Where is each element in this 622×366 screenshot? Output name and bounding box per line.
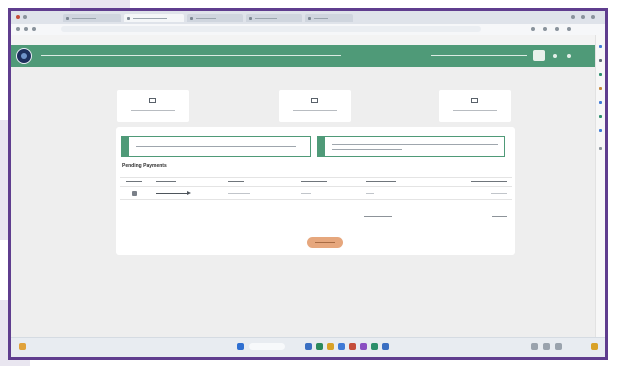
browser-tab-bar xyxy=(11,11,605,24)
column-header xyxy=(471,181,507,182)
reload-icon[interactable] xyxy=(32,27,36,31)
alert-text xyxy=(332,144,498,145)
tab-favicon-icon xyxy=(308,16,311,20)
info-alert-1 xyxy=(121,136,311,157)
taskbar-app-icon[interactable] xyxy=(382,343,389,350)
tile-icon xyxy=(471,98,478,103)
column-header xyxy=(366,181,396,182)
weather-icon[interactable] xyxy=(19,343,26,350)
window-close-icon[interactable] xyxy=(591,15,595,19)
taskbar-app-icon[interactable] xyxy=(349,343,356,350)
browser-side-panel xyxy=(595,35,605,337)
add-icon[interactable] xyxy=(599,147,602,150)
screenshot-frame: Pending Payments xyxy=(8,8,608,360)
app-header xyxy=(11,45,595,67)
system-tray-icon[interactable] xyxy=(531,343,538,350)
tab-favicon-icon xyxy=(127,16,130,20)
tab-favicon-icon xyxy=(190,16,193,20)
tile-icon xyxy=(311,98,318,103)
os-taskbar xyxy=(11,337,605,357)
browser-menu-icon[interactable] xyxy=(16,15,20,19)
side-panel-icon[interactable] xyxy=(599,87,602,90)
taskbar-app-icon[interactable] xyxy=(338,343,345,350)
alert-badge xyxy=(122,137,129,156)
browser-tab-active[interactable] xyxy=(124,14,184,22)
tile-icon xyxy=(149,98,156,103)
row-divider xyxy=(120,199,512,200)
arrow-right-icon xyxy=(187,191,191,195)
browser-more-icon[interactable] xyxy=(567,27,571,31)
start-icon[interactable] xyxy=(237,343,244,350)
row-cell xyxy=(301,193,311,194)
column-header xyxy=(156,181,176,182)
organisation-logo xyxy=(16,48,32,64)
row-cell xyxy=(366,193,374,194)
side-panel-icon[interactable] xyxy=(599,73,602,76)
volume-icon[interactable] xyxy=(555,343,562,350)
user-avatar[interactable] xyxy=(533,50,545,61)
table-header-rule xyxy=(120,186,512,187)
nav-forward-icon[interactable] xyxy=(24,27,28,31)
taskbar-app-icon[interactable] xyxy=(371,343,378,350)
main-content: Pending Payments xyxy=(11,67,595,337)
proceed-button-label xyxy=(315,242,335,243)
nav-tile-3[interactable] xyxy=(439,90,511,122)
nav-back-icon[interactable] xyxy=(16,27,20,31)
extensions-icon[interactable] xyxy=(543,27,547,31)
taskbar-app-icon[interactable] xyxy=(316,343,323,350)
browser-tab[interactable] xyxy=(246,14,302,22)
side-panel-icon[interactable] xyxy=(599,129,602,132)
window-maximize-icon[interactable] xyxy=(581,15,585,19)
app-title xyxy=(41,55,341,56)
bookmark-icon[interactable] xyxy=(531,27,535,31)
side-panel-icon[interactable] xyxy=(599,115,602,118)
nav-tile-2[interactable] xyxy=(279,90,351,122)
tile-label xyxy=(453,110,497,111)
alert-badge xyxy=(318,137,325,156)
column-header xyxy=(228,181,244,182)
wifi-icon[interactable] xyxy=(543,343,550,350)
info-alert-2 xyxy=(317,136,505,157)
taskbar-search-field[interactable] xyxy=(249,343,285,350)
row-cell xyxy=(156,193,188,194)
row-cell xyxy=(491,193,507,194)
column-header xyxy=(126,181,142,182)
row-select-checkbox[interactable] xyxy=(132,191,137,196)
browser-tab[interactable] xyxy=(305,14,353,22)
taskbar-app-icon[interactable] xyxy=(360,343,367,350)
tab-favicon-icon xyxy=(66,16,69,20)
row-cell xyxy=(228,193,250,194)
menu-icon[interactable] xyxy=(567,54,571,58)
user-name xyxy=(431,55,527,56)
side-panel-icon[interactable] xyxy=(599,101,602,104)
browser-address-bar xyxy=(11,24,605,35)
side-panel-icon[interactable] xyxy=(599,45,602,48)
window-minimize-icon[interactable] xyxy=(571,15,575,19)
proceed-button[interactable] xyxy=(307,237,343,248)
taskbar-app-icon[interactable] xyxy=(305,343,312,350)
browser-back-icon[interactable] xyxy=(23,15,27,19)
total-label xyxy=(364,216,392,217)
table-header-rule xyxy=(120,177,512,178)
browser-tab[interactable] xyxy=(187,14,243,22)
total-value xyxy=(492,216,507,217)
payments-card: Pending Payments xyxy=(116,127,515,255)
nav-tile-1[interactable] xyxy=(117,90,189,122)
side-panel-icon[interactable] xyxy=(599,59,602,62)
notifications-icon[interactable] xyxy=(591,343,598,350)
url-field[interactable] xyxy=(61,26,481,32)
tile-label xyxy=(131,110,175,111)
pending-payments-heading: Pending Payments xyxy=(122,163,167,169)
tile-label xyxy=(293,110,337,111)
browser-tab[interactable] xyxy=(63,14,121,22)
taskbar-app-icon[interactable] xyxy=(327,343,334,350)
alert-text xyxy=(136,146,296,147)
notification-icon[interactable] xyxy=(553,54,557,58)
column-header xyxy=(301,181,327,182)
tab-favicon-icon xyxy=(249,16,252,20)
profile-icon[interactable] xyxy=(555,27,559,31)
